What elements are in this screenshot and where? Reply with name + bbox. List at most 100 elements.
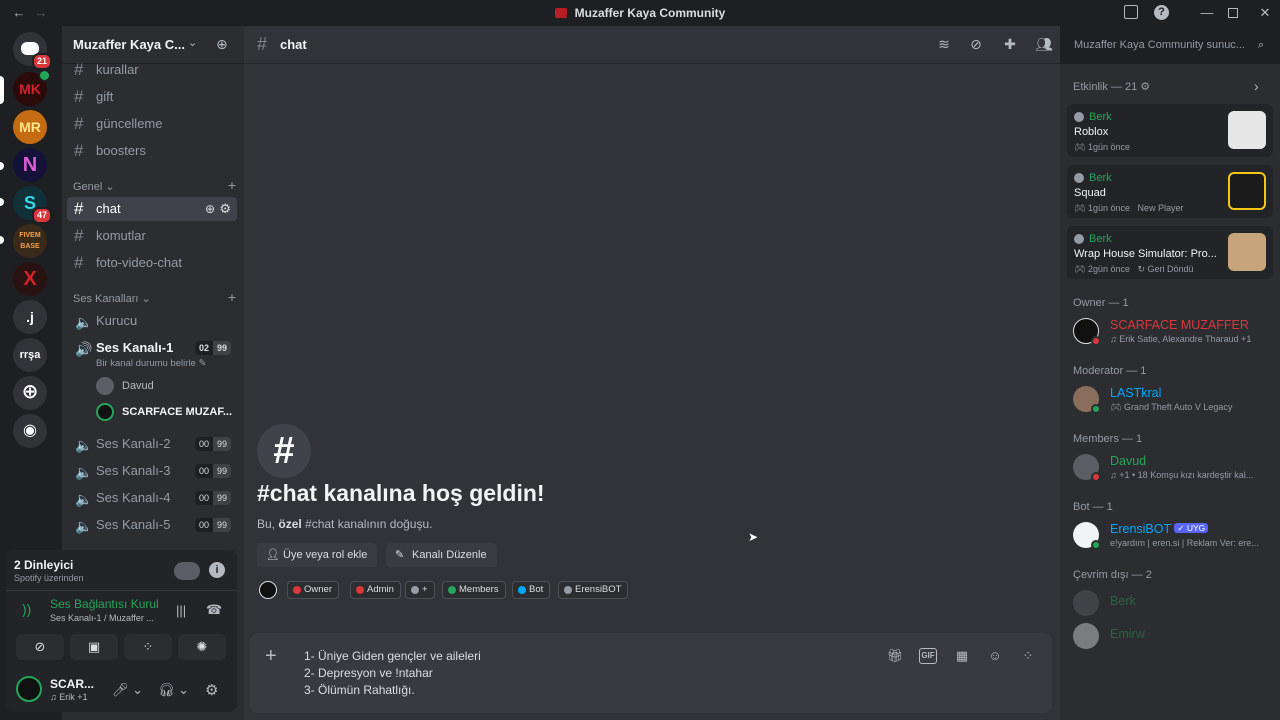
minimize-icon[interactable]: — [1198,4,1216,22]
member-erensibot[interactable]: ErensiBOT ✓ UYG e!yardım | eren.si | Rek… [1073,518,1273,554]
channel-status[interactable]: Bir kanal durumu belirle ✎ [96,358,206,369]
activity-card[interactable]: Berk Wrap House Simulator: Pro... 🎮︎ 2gü… [1067,226,1273,279]
role-tag-members[interactable]: Members [442,581,506,599]
sticker-icon[interactable]: ▦ [953,648,971,664]
server-icon-x[interactable]: X [13,262,47,296]
threads-icon[interactable]: ≋ [934,36,954,54]
member-davud[interactable]: Davud ♫ +1 • 18 Komşu kızı kardeştir kal… [1073,450,1273,486]
channel-gift[interactable]: # gift [67,85,237,109]
channel-kurallar[interactable]: # kurallar [67,58,237,82]
invite-people-icon[interactable]: ⊕ [216,36,228,53]
user-settings-gear-icon[interactable]: ⚙ [205,681,218,699]
roblox-thumbnail [1228,111,1266,149]
category-genel[interactable]: Genel ⌄ [73,180,115,193]
search-icon: ⌕ [1257,39,1264,51]
gift-icon[interactable]: 🎁︎ [886,648,904,664]
avatar[interactable] [259,581,277,599]
upload-plus-icon[interactable]: + [265,645,277,668]
activities-button[interactable]: ⁘ [124,634,172,660]
server-unread-pill [0,76,4,104]
member-emirw[interactable]: Emirw [1073,619,1273,655]
message-input[interactable]: + 1- Üniye Giden gençler ve aileleri 2- … [250,633,1052,713]
role-tag-admin[interactable]: Admin [350,581,401,599]
inbox-icon[interactable] [1124,5,1138,19]
activity-card[interactable]: Berk Squad 🎮︎ 1gün önce New Player [1067,165,1273,218]
activity-game: Roblox [1074,126,1109,138]
voice-channel-2[interactable]: 🔈 Ses Kanalı-2 00 99 [67,432,237,456]
channel-guncelleme[interactable]: # güncelleme [67,112,237,136]
server-icon-j[interactable]: .j [13,300,47,334]
gear-icon[interactable]: ⚙ [219,197,231,221]
create-voice-channel-icon[interactable]: + [228,289,236,305]
chevron-right-icon[interactable]: › [1254,78,1259,94]
add-server-button[interactable]: ⊕ [13,376,47,410]
voice-connection-status[interactable]: Ses Bağlantısı Kurul [50,597,165,611]
pin-icon[interactable]: ✚ [1000,36,1020,54]
voice-connection-channel[interactable]: Ses Kanalı-1 / Muzaffer ... [50,613,154,623]
member-lastkral[interactable]: LASTkral 🎮︎ Grand Theft Auto V Legacy [1073,382,1273,418]
server-icon-mk[interactable]: MK [13,69,51,106]
emoji-icon[interactable]: ☺ [986,648,1004,664]
activity-header: Etkinlik — 21 ⚙ [1073,81,1151,93]
soundboard-button[interactable]: ✺ [178,634,226,660]
voice-channel-4[interactable]: 🔈 Ses Kanalı-4 00 99 [67,486,237,510]
channel-foto-video-chat[interactable]: # foto-video-chat [67,251,237,275]
voice-user-davud[interactable]: Davud [96,375,154,397]
server-icon-n[interactable]: N [13,148,47,182]
voice-channel-3[interactable]: 🔈 Ses Kanalı-3 00 99 [67,459,237,483]
member-scarface[interactable]: SCARFACE MUZAFFER ♫ Erik Satie, Alexandr… [1073,314,1273,350]
camera-off-icon: ⊘ [34,639,46,654]
role-tag-erensibot[interactable]: ErensiBOT [558,581,629,599]
search-input[interactable]: Muzaffer Kaya Community sunuc... ⌕ [1066,33,1270,57]
wrap-house-thumbnail [1228,233,1266,271]
microphone-icon[interactable]: 🎤︎ ⌄ [112,682,143,698]
info-icon[interactable]: i [209,562,225,578]
server-icon-fivem[interactable]: FIVEM BASE [13,224,47,258]
category-ses-kanallari[interactable]: Ses Kanalları ⌄ [73,292,151,305]
role-tag-owner[interactable]: Owner [287,581,339,599]
role-tag-more[interactable]: + [405,581,435,599]
server-icon-mr[interactable]: MR [13,110,47,144]
channel-boosters[interactable]: # boosters [67,139,237,163]
pencil-icon: ✎ [198,358,207,369]
create-channel-icon[interactable]: + [228,177,236,193]
voice-channel-1[interactable]: 🔊 Ses Kanalı-1 02 99 [67,336,237,360]
live-indicator-icon [38,69,51,82]
user-limit-counter: 00 99 [194,437,231,451]
direct-messages-button[interactable]: 21 [13,32,52,70]
screen-share-button[interactable]: ▣ [70,634,118,660]
apps-icon[interactable]: ⁘ [1019,648,1037,664]
server-badge: 47 [31,207,52,224]
add-members-button[interactable]: 👤︎ Üye veya rol ekle [257,543,378,567]
server-icon-s[interactable]: S 47 [13,186,52,224]
chevron-down-icon: ⌄ [188,37,198,49]
channel-chat[interactable]: # chat ⊕ ⚙ [67,197,237,221]
listener-avatars[interactable] [174,562,200,580]
voice-channel-5[interactable]: 🔈 Ses Kanalı-5 00 99 [67,513,237,537]
server-icon-rrsa[interactable]: rrşa [13,338,47,372]
notification-bell-icon[interactable]: ⊘ [966,36,986,54]
edit-channel-button[interactable]: ✎ Kanalı Düzenle [386,543,497,567]
current-user-status: ♫ Erik +1 [50,692,88,702]
help-icon[interactable]: ? [1154,5,1169,20]
voice-user-scarface[interactable]: SCARFACE MUZAF... [96,401,232,423]
disconnect-icon[interactable]: ☎ [206,602,222,618]
camera-button[interactable]: ⊘ [16,634,64,660]
server-unread-pill [0,198,4,206]
gif-icon[interactable]: GIF [919,648,937,664]
avatar[interactable] [16,676,42,702]
member-berk[interactable]: Berk [1073,586,1273,622]
status-online-icon [1091,404,1101,414]
invite-icon[interactable]: ⊕ [205,197,215,221]
role-tag-bot[interactable]: Bot [512,581,551,599]
close-icon[interactable]: ✕ [1256,4,1274,22]
member-list-icon[interactable]: 👥︎ [1034,36,1054,54]
noise-suppression-icon[interactable]: ||| [176,603,186,618]
maximize-icon[interactable] [1228,8,1238,18]
explore-servers-button[interactable]: ◉ [13,414,47,448]
current-user-name[interactable]: SCAR... [50,677,94,691]
channel-komutlar[interactable]: # komutlar [67,224,237,248]
activity-card[interactable]: Berk Roblox 🎮︎ 1gün önce [1067,104,1273,157]
headphones-icon[interactable]: 🎧︎ ⌄ [158,682,189,698]
voice-channel-kurucu[interactable]: 🔈 Kurucu [67,309,237,333]
